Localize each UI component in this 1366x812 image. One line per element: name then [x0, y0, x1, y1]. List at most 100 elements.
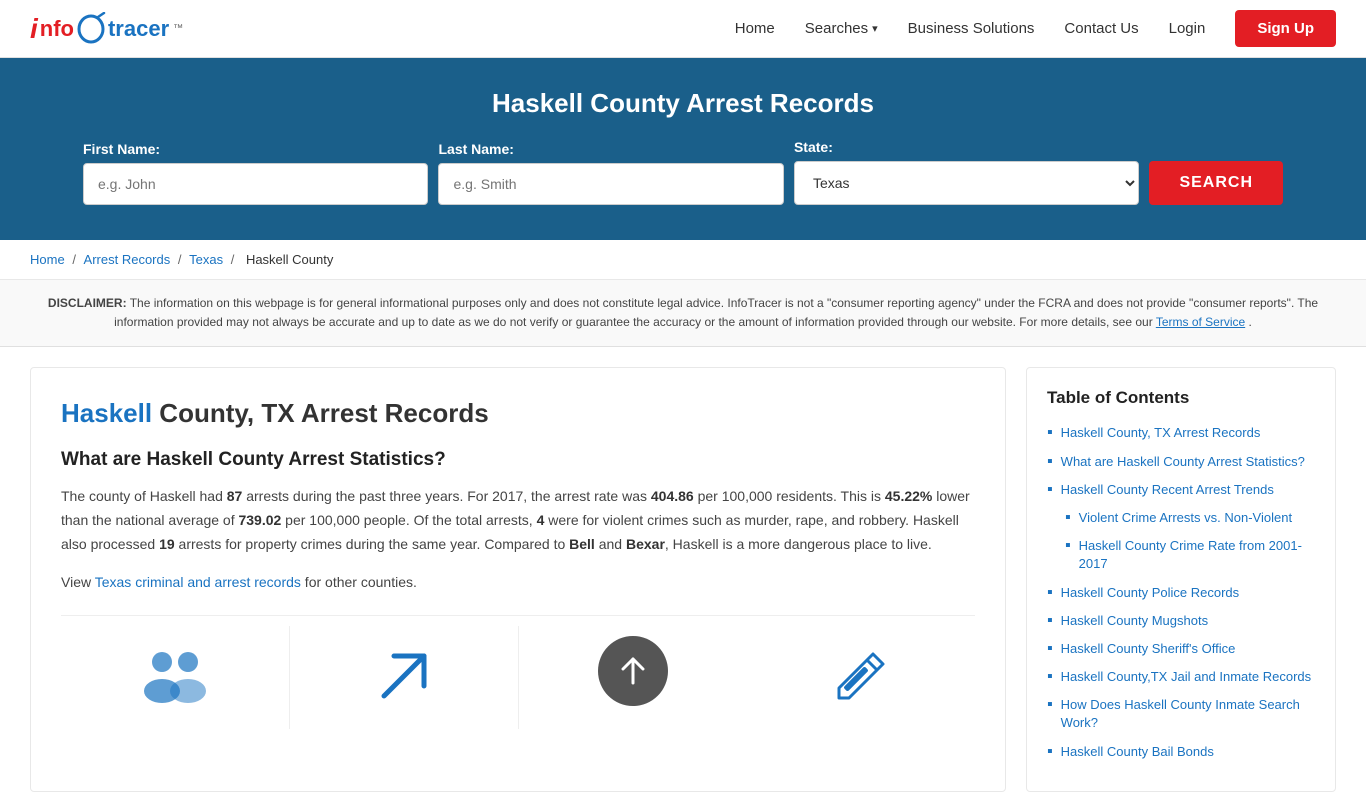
toc-item: ▪ Haskell County, TX Arrest Records [1047, 424, 1315, 442]
p1-mid3: per 100,000 people. Of the total arrests… [281, 512, 536, 528]
disclaimer-label: DISCLAIMER: [48, 296, 127, 310]
toc-bullet: ▪ [1047, 697, 1053, 713]
state-select[interactable]: Texas Alabama Alaska Arizona Arkansas Ca… [794, 161, 1139, 205]
terms-of-service-link[interactable]: Terms of Service [1156, 315, 1245, 329]
toc-bullet: ▪ [1047, 425, 1053, 441]
breadcrumb-sep2: / [178, 252, 185, 267]
national-avg: 739.02 [238, 512, 281, 528]
toc-item: ▪ Violent Crime Arrests vs. Non-Violent [1065, 509, 1315, 527]
toc-item: ▪ Haskell County Mugshots [1047, 612, 1315, 630]
main-nav: Home Searches ▾ Business Solutions Conta… [735, 10, 1336, 47]
toc-link[interactable]: Haskell County Bail Bonds [1061, 743, 1214, 761]
toc-item: ▪ Haskell County,TX Jail and Inmate Recor… [1047, 668, 1315, 686]
toc-bullet: ▪ [1065, 510, 1071, 526]
toc-item: ▪ Haskell County Recent Arrest Trends [1047, 481, 1315, 499]
state-label: State: [794, 139, 833, 155]
nav-home[interactable]: Home [735, 20, 775, 37]
toc-bullet: ▪ [1047, 585, 1053, 601]
toc-bullet: ▪ [1047, 744, 1053, 760]
toc-item: ▪ Haskell County Bail Bonds [1047, 743, 1315, 761]
toc-link[interactable]: Haskell County,TX Jail and Inmate Record… [1061, 668, 1311, 686]
toc-link[interactable]: Haskell County Police Records [1061, 584, 1239, 602]
toc-link[interactable]: Haskell County, TX Arrest Records [1061, 424, 1261, 442]
toc-item: ▪ Haskell County Police Records [1047, 584, 1315, 602]
nav-contact-us[interactable]: Contact Us [1064, 20, 1138, 37]
article-section1-heading: What are Haskell County Arrest Statistic… [61, 449, 975, 471]
edit-icon [831, 646, 891, 706]
last-name-input[interactable] [438, 163, 783, 205]
view-suffix: for other counties. [301, 574, 417, 590]
toc-bullet: ▪ [1047, 613, 1053, 629]
toc-link[interactable]: How Does Haskell County Inmate Search Wo… [1061, 696, 1315, 732]
logo-circle-icon [76, 12, 106, 46]
icon-edit [747, 626, 975, 729]
logo-i: i [30, 13, 38, 45]
first-name-input[interactable] [83, 163, 428, 205]
toc-link[interactable]: What are Haskell County Arrest Statistic… [1061, 453, 1305, 471]
nav-business-solutions[interactable]: Business Solutions [908, 20, 1035, 37]
arrests-count: 87 [227, 488, 243, 504]
article-title: Haskell County, TX Arrest Records [61, 398, 975, 429]
article: Haskell County, TX Arrest Records What a… [30, 367, 1006, 791]
first-name-label: First Name: [83, 141, 160, 157]
logo-nfo: nfo [40, 16, 74, 42]
toc-bullet: ▪ [1047, 669, 1053, 685]
breadcrumb-current: Haskell County [246, 252, 333, 267]
breadcrumb-texas[interactable]: Texas [189, 252, 223, 267]
toc-item: ▪ Haskell County Sheriff's Office [1047, 640, 1315, 658]
toc-link[interactable]: Haskell County Sheriff's Office [1061, 640, 1236, 658]
texas-records-link[interactable]: Texas criminal and arrest records [95, 574, 301, 590]
toc-item: ▪ What are Haskell County Arrest Statisti… [1047, 453, 1315, 471]
property-count: 19 [159, 536, 175, 552]
p1-mid: arrests during the past three years. For… [242, 488, 651, 504]
main-content: Haskell County, TX Arrest Records What a… [0, 347, 1366, 811]
icon-people [61, 626, 290, 729]
up-arrow-icon [617, 655, 649, 687]
disclaimer-bar: DISCLAIMER: The information on this webp… [0, 280, 1366, 347]
signup-button[interactable]: Sign Up [1235, 10, 1336, 47]
breadcrumb-home[interactable]: Home [30, 252, 65, 267]
hero-title: Haskell County Arrest Records [20, 88, 1346, 119]
breadcrumb-arrest-records[interactable]: Arrest Records [84, 252, 171, 267]
view-prefix: View [61, 574, 95, 590]
lower-pct: 45.22% [885, 488, 932, 504]
disclaimer-period: . [1249, 315, 1252, 329]
toc-box: Table of Contents ▪ Haskell County, TX Ar… [1026, 367, 1336, 791]
toc-link[interactable]: Haskell County Crime Rate from 2001-2017 [1079, 537, 1315, 573]
toc-link[interactable]: Haskell County Recent Arrest Trends [1061, 481, 1274, 499]
chevron-down-icon: ▾ [872, 22, 878, 35]
logo[interactable]: i nfo tracer ™ [30, 12, 183, 46]
compare1: Bell [569, 536, 595, 552]
p1-before: The county of Haskell had [61, 488, 227, 504]
search-form: First Name: Last Name: State: Texas Alab… [83, 139, 1283, 205]
toc-link[interactable]: Violent Crime Arrests vs. Non-Violent [1079, 509, 1292, 527]
search-button[interactable]: SEARCH [1149, 161, 1283, 205]
toc-bullet: ▪ [1065, 538, 1071, 554]
first-name-group: First Name: [83, 141, 428, 205]
p1-after: per 100,000 residents. This is [694, 488, 885, 504]
arrest-rate: 404.86 [651, 488, 694, 504]
icon-row [61, 615, 975, 729]
hero-banner: Haskell County Arrest Records First Name… [0, 58, 1366, 240]
logo-tm: ™ [173, 23, 183, 34]
toc-bullet: ▪ [1047, 641, 1053, 657]
article-title-rest: County, TX Arrest Records [152, 398, 489, 428]
toc-bullet: ▪ [1047, 454, 1053, 470]
compare-and: and [595, 536, 626, 552]
logo-tracer: tracer [108, 16, 169, 42]
nav-searches[interactable]: Searches ▾ [805, 20, 878, 37]
state-group: State: Texas Alabama Alaska Arizona Arka… [794, 139, 1139, 205]
toc-heading: Table of Contents [1047, 388, 1315, 408]
breadcrumb: Home / Arrest Records / Texas / Haskell … [0, 240, 1366, 280]
login-button[interactable]: Login [1169, 20, 1206, 37]
toc-link[interactable]: Haskell County Mugshots [1061, 612, 1208, 630]
toc-list: ▪ Haskell County, TX Arrest Records ▪ What … [1047, 424, 1315, 760]
breadcrumb-sep3: / [231, 252, 238, 267]
disclaimer-text: The information on this webpage is for g… [114, 296, 1318, 329]
toc-bullet: ▪ [1047, 482, 1053, 498]
sidebar: Table of Contents ▪ Haskell County, TX Ar… [1026, 367, 1336, 791]
nav-searches-link[interactable]: Searches [805, 20, 868, 37]
icon-dark-circle [519, 626, 747, 729]
article-title-highlight: Haskell [61, 398, 152, 428]
toc-item: ▪ How Does Haskell County Inmate Search W… [1047, 696, 1315, 732]
